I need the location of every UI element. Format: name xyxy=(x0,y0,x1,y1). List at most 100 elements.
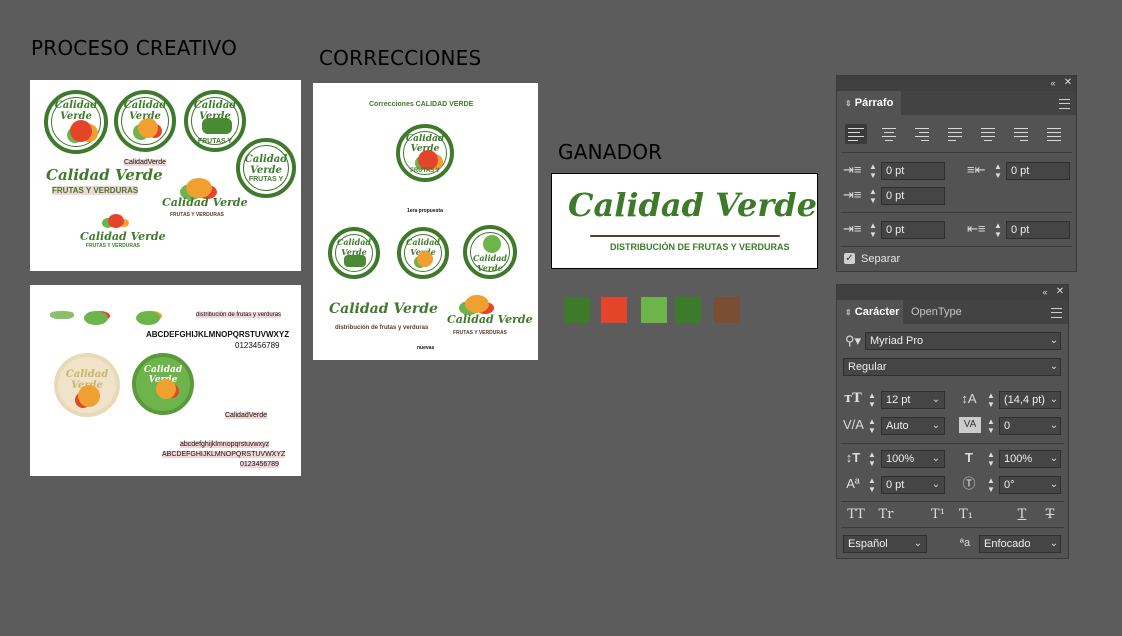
align-left-icon[interactable] xyxy=(845,124,867,144)
font-size-icon: тT xyxy=(844,391,862,406)
tab-arrows-icon: ⇕ xyxy=(845,99,852,108)
justify-left-icon[interactable] xyxy=(944,124,966,144)
horizontal-scale-stepper[interactable]: ▲ ▼ xyxy=(985,450,997,468)
horizontal-scale-dropdown[interactable]: ⌄ xyxy=(1047,450,1061,468)
superscript-button[interactable]: T¹ xyxy=(927,507,949,523)
all-caps-button[interactable]: TT xyxy=(845,507,867,523)
dist-text: distribución de frutas y verduras xyxy=(196,312,282,318)
underline-button[interactable]: T xyxy=(1011,507,1033,523)
badge-text: Calidad Verde xyxy=(54,100,98,122)
vegetables-icon xyxy=(186,178,212,198)
font-search-icon[interactable]: ⚲▾ xyxy=(843,333,863,349)
justify-all-icon[interactable] xyxy=(1043,124,1065,144)
logo-badge-vintage: Calidad Verde xyxy=(54,353,120,417)
artboard-proceso-1[interactable]: Calidad Verde Calidad Verde Calidad Verd… xyxy=(30,80,301,271)
separar-label: Separar xyxy=(861,253,901,265)
separar-checkbox[interactable]: ✓ xyxy=(844,253,855,264)
close-icon[interactable]: ✕ xyxy=(1055,285,1065,299)
uppercase-alphabet: ABCDEFGHIJKLMNOPQRSTUVWXYZ xyxy=(146,330,290,339)
badge-text: Calidad Verde xyxy=(244,154,288,176)
leading-dropdown[interactable]: ⌄ xyxy=(1047,391,1061,409)
right-indent-icon: ≡⇤ xyxy=(967,162,986,177)
font-size-dropdown[interactable]: ⌄ xyxy=(929,391,943,409)
logo-subtitle: distribución de frutas y verduras xyxy=(335,325,429,331)
divider xyxy=(841,212,1072,213)
first-line-indent-field[interactable]: 0 pt xyxy=(881,187,945,205)
tab-caracter[interactable]: ⇕ Carácter xyxy=(837,300,908,324)
small-caps-button[interactable]: Tr xyxy=(875,507,897,523)
tab-opentype[interactable]: OpenType xyxy=(903,300,970,324)
digits-2: 0123456789 xyxy=(240,461,279,468)
align-right-icon[interactable] xyxy=(911,124,933,144)
panel-menu-icon[interactable] xyxy=(1051,308,1062,318)
logo-badge: Calidad Verde FRUTAS Y xyxy=(184,90,246,152)
font-family-field[interactable]: Myriad Pro xyxy=(865,332,1061,350)
artboard-proceso-2[interactable]: distribución de frutas y verduras ABCDEF… xyxy=(30,285,301,476)
collapse-icon[interactable]: « xyxy=(1048,76,1058,90)
language-dropdown[interactable]: ⌄ xyxy=(911,535,925,553)
character-rotation-stepper[interactable]: ▲ ▼ xyxy=(985,476,997,494)
parrafo-panel: « ✕ ⇕ Párrafo ⇥≡ ▲ ▼ 0 pt ≡⇤ ▲ ▼ 0 pt ⇥≡ ▲… xyxy=(836,75,1077,272)
color-swatch-4[interactable] xyxy=(675,297,701,323)
right-indent-field[interactable]: 0 pt xyxy=(1006,162,1070,180)
baseline-shift-dropdown[interactable]: ⌄ xyxy=(929,476,943,494)
color-swatch-1[interactable] xyxy=(564,297,590,323)
baseline-shift-stepper[interactable]: ▲ ▼ xyxy=(866,476,878,494)
vegetables-icon xyxy=(70,120,92,142)
collapse-icon[interactable]: « xyxy=(1040,285,1050,299)
logo-subtitle: FRUTAS Y VERDURAS xyxy=(86,243,140,249)
vegetables-icon xyxy=(78,385,100,407)
tracking-dropdown[interactable]: ⌄ xyxy=(1047,417,1061,435)
panel-titlebar[interactable]: « ✕ xyxy=(837,76,1076,91)
vegetables-icon xyxy=(418,150,438,170)
justify-right-icon[interactable] xyxy=(1010,124,1032,144)
color-swatch-2[interactable] xyxy=(601,297,627,323)
tracking-stepper[interactable]: ▲ ▼ xyxy=(985,417,997,435)
tracking-icon: VA xyxy=(959,417,981,433)
logo-subtitle: FRUTAS Y VERDURAS xyxy=(52,186,139,195)
left-indent-stepper[interactable]: ▲ ▼ xyxy=(867,162,879,180)
antialias-dropdown[interactable]: ⌄ xyxy=(1047,535,1061,553)
left-indent-field[interactable]: 0 pt xyxy=(881,162,945,180)
panel-menu-icon[interactable] xyxy=(1059,99,1070,109)
strikethrough-button[interactable]: T xyxy=(1039,507,1061,523)
vertical-scale-stepper[interactable]: ▲ ▼ xyxy=(866,450,878,468)
space-after-stepper[interactable]: ▲ ▼ xyxy=(992,221,1004,239)
tab-parrafo[interactable]: ⇕ Párrafo xyxy=(837,91,902,115)
panel-titlebar[interactable]: « ✕ xyxy=(837,285,1068,300)
vertical-scale-dropdown[interactable]: ⌄ xyxy=(929,450,943,468)
font-style-field[interactable]: Regular xyxy=(843,358,1061,376)
logo-badge: Calidad Verde xyxy=(463,225,517,279)
color-swatch-3[interactable] xyxy=(641,297,667,323)
subscript-button[interactable]: T₁ xyxy=(955,507,977,523)
font-family-dropdown[interactable]: ⌄ xyxy=(1047,332,1061,350)
first-line-indent-stepper[interactable]: ▲ ▼ xyxy=(867,187,879,205)
propuesta-label: 1era propuesta xyxy=(407,208,443,214)
digits: 0123456789 xyxy=(235,341,280,350)
align-center-icon[interactable] xyxy=(878,124,900,144)
tab-arrows-icon: ⇕ xyxy=(845,308,852,317)
artboard-correcciones[interactable]: Correcciones CALIDAD VERDE Calidad Verde… xyxy=(313,83,538,360)
space-before-field[interactable]: 0 pt xyxy=(881,221,945,239)
leading-stepper[interactable]: ▲ ▼ xyxy=(985,391,997,409)
space-after-field[interactable]: 0 pt xyxy=(1006,221,1070,239)
close-icon[interactable]: ✕ xyxy=(1063,76,1073,90)
kerning-dropdown[interactable]: ⌄ xyxy=(929,417,943,435)
space-before-stepper[interactable]: ▲ ▼ xyxy=(867,221,879,239)
logo-badge: Calidad Verde FRUTAS Y xyxy=(396,124,454,182)
logo-wordmark: Calidad Verde xyxy=(447,313,533,326)
heading-proceso-creativo: PROCESO CREATIVO xyxy=(31,36,238,60)
baseline-shift-icon: Aª xyxy=(846,476,860,491)
winner-logo-frame[interactable]: Calidad Verde DISTRIBUCIÓN DE FRUTAS Y V… xyxy=(551,173,818,269)
color-swatch-5[interactable] xyxy=(714,297,740,323)
kerning-stepper[interactable]: ▲ ▼ xyxy=(866,417,878,435)
font-size-stepper[interactable]: ▲ ▼ xyxy=(866,391,878,409)
divider xyxy=(841,501,1064,502)
font-style-dropdown[interactable]: ⌄ xyxy=(1047,358,1061,376)
justify-center-icon[interactable] xyxy=(977,124,999,144)
kerning-icon: V/A xyxy=(843,417,864,432)
right-indent-stepper[interactable]: ▲ ▼ xyxy=(992,162,1004,180)
winner-wordmark: Calidad Verde xyxy=(568,186,817,224)
character-rotation-icon: Ⓣ xyxy=(962,476,976,491)
character-rotation-dropdown[interactable]: ⌄ xyxy=(1047,476,1061,494)
